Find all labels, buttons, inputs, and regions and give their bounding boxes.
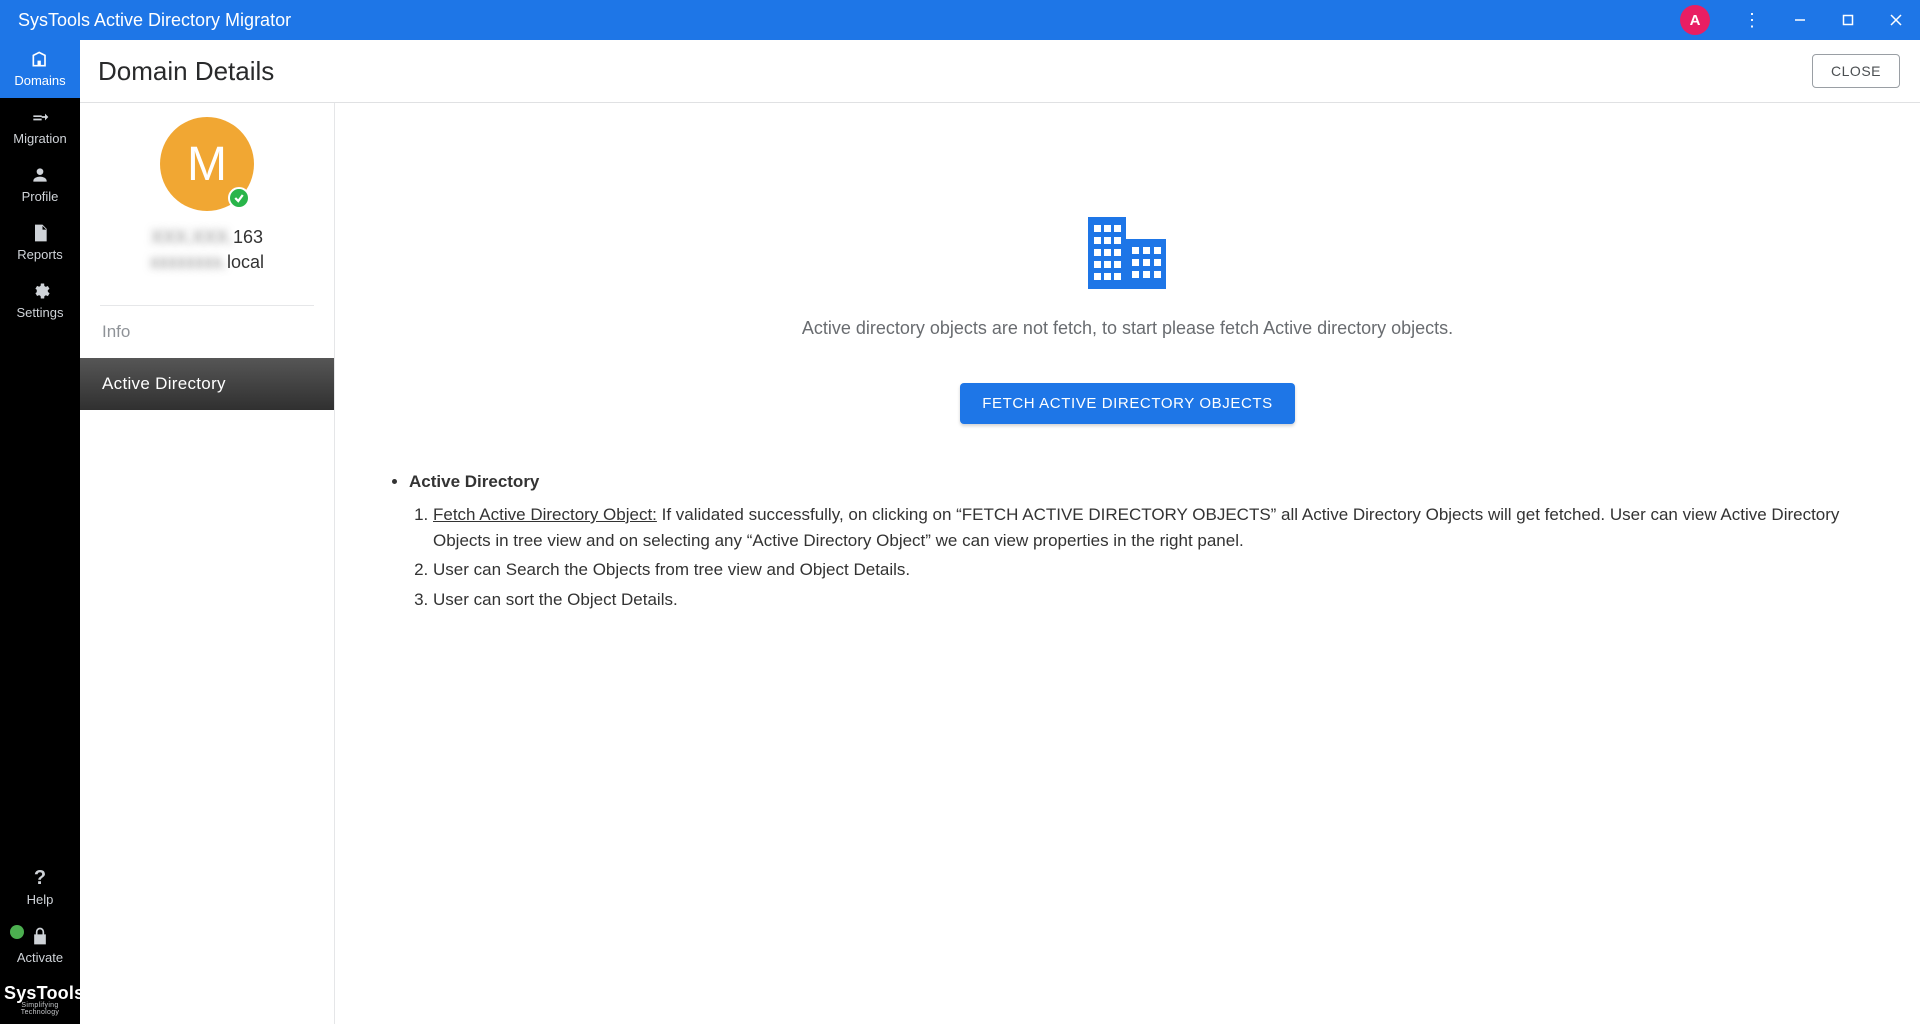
settings-icon — [29, 280, 51, 302]
help-item-1: Fetch Active Directory Object: If valida… — [433, 500, 1868, 555]
profile-icon — [29, 164, 51, 186]
user-avatar[interactable]: A — [1680, 5, 1710, 35]
nav-item-migration[interactable]: Migration — [0, 98, 80, 156]
empty-state-text: Active directory objects are not fetch, … — [802, 318, 1453, 339]
minimize-button[interactable] — [1776, 0, 1824, 40]
domain-ip-line: XXX.XXX.163 — [150, 225, 264, 250]
nav-label: Reports — [17, 247, 63, 262]
domain-avatar-letter: M — [187, 137, 227, 192]
domains-icon — [29, 48, 51, 70]
app-title: SysTools Active Directory Migrator — [18, 10, 291, 31]
close-window-button[interactable] — [1872, 0, 1920, 40]
domain-profile: M XXX.XXX.163 xxxxxxxx.local — [80, 103, 334, 293]
nav-label: Activate — [17, 950, 63, 965]
left-nav: Domains Migration Profile Reports — [0, 40, 80, 1024]
close-button[interactable]: CLOSE — [1812, 54, 1900, 88]
help-item-3: User can sort the Object Details. — [433, 585, 1868, 615]
nav-item-help[interactable]: ? Help — [0, 859, 80, 917]
detail-subpanel: M XXX.XXX.163 xxxxxxxx.local Info Active… — [80, 103, 335, 1024]
content-area: Domain Details CLOSE M XXX.XXX.163 xxxxx… — [80, 40, 1920, 1024]
empty-state: Active directory objects are not fetch, … — [353, 103, 1902, 454]
subnav-item-active-directory[interactable]: Active Directory — [80, 358, 334, 410]
domain-avatar: M — [160, 117, 254, 211]
help-section: Active Directory Fetch Active Directory … — [353, 454, 1902, 614]
nav-item-profile[interactable]: Profile — [0, 156, 80, 214]
fetch-ad-objects-button[interactable]: FETCH ACTIVE DIRECTORY OBJECTS — [960, 383, 1295, 424]
domain-name-line: xxxxxxxx.local — [150, 250, 264, 275]
titlebar: SysTools Active Directory Migrator A ⋮ — [0, 0, 1920, 40]
nav-label: Help — [27, 892, 54, 907]
nav-label: Profile — [22, 189, 59, 204]
nav-item-settings[interactable]: Settings — [0, 272, 80, 330]
domain-info-block: XXX.XXX.163 xxxxxxxx.local — [150, 225, 264, 275]
main-pane: Active directory objects are not fetch, … — [335, 103, 1920, 1024]
nav-item-domains[interactable]: Domains — [0, 40, 80, 98]
migration-icon — [29, 106, 51, 128]
user-avatar-letter: A — [1690, 12, 1701, 29]
activate-icon — [29, 925, 51, 947]
nav-label: Domains — [14, 73, 65, 88]
help-heading: Active Directory — [409, 472, 1868, 492]
brand-logo: SysTools® Simplifying Technology — [0, 975, 80, 1024]
building-icon — [1086, 213, 1170, 298]
nav-item-activate[interactable]: Activate — [0, 917, 80, 975]
subnav-item-info[interactable]: Info — [80, 306, 334, 358]
more-menu-icon[interactable]: ⋮ — [1732, 10, 1772, 31]
page-title: Domain Details — [98, 56, 274, 87]
nav-label: Settings — [17, 305, 64, 320]
maximize-button[interactable] — [1824, 0, 1872, 40]
reports-icon — [29, 222, 51, 244]
help-item-2: User can Search the Objects from tree vi… — [433, 555, 1868, 585]
brand-name: SysTools — [4, 983, 84, 1003]
nav-label: Migration — [13, 131, 66, 146]
help-item-1-lead: Fetch Active Directory Object: — [433, 505, 657, 524]
nav-item-reports[interactable]: Reports — [0, 214, 80, 272]
page-header: Domain Details CLOSE — [80, 40, 1920, 103]
verified-badge-icon — [228, 187, 250, 209]
brand-tagline: Simplifying Technology — [4, 1002, 76, 1016]
activate-status-dot — [10, 925, 24, 939]
help-icon: ? — [29, 867, 51, 889]
